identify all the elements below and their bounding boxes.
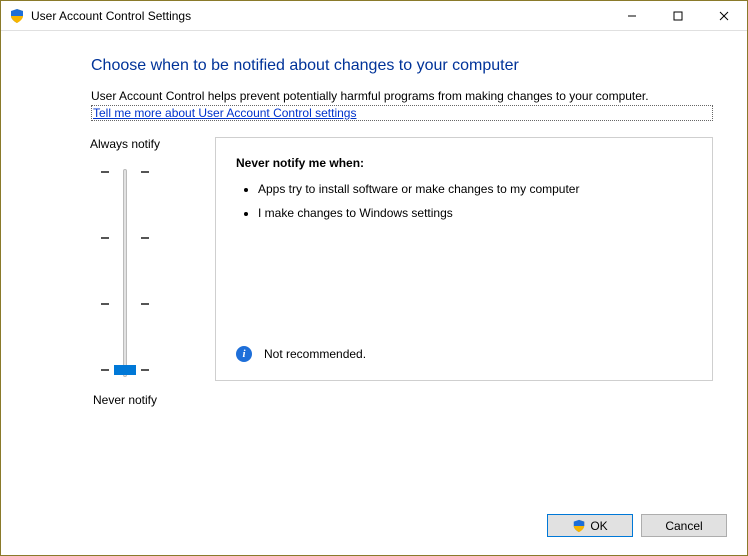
recommendation-row: i Not recommended. (236, 346, 366, 362)
slider-tick (141, 171, 149, 173)
slider-tick (141, 303, 149, 305)
description-list: Apps try to install software or make cha… (258, 182, 692, 220)
slider-tick (101, 303, 109, 305)
content-area: Choose when to be notified about changes… (1, 31, 747, 500)
slider-tick (101, 369, 109, 371)
window-controls (609, 1, 747, 30)
slider-thumb[interactable] (114, 365, 136, 375)
notification-slider[interactable] (95, 163, 155, 383)
info-icon: i (236, 346, 252, 362)
body-row: Always notify Never notify Never notify … (35, 137, 713, 407)
description-title: Never notify me when: (236, 156, 692, 170)
window-title: User Account Control Settings (31, 9, 609, 23)
maximize-button[interactable] (655, 1, 701, 30)
ok-button[interactable]: OK (547, 514, 633, 537)
slider-tick (101, 171, 109, 173)
description-bullet: I make changes to Windows settings (258, 206, 598, 220)
uac-settings-window: User Account Control Settings Choose whe… (0, 0, 748, 556)
page-heading: Choose when to be notified about changes… (91, 57, 713, 75)
slider-label-always: Always notify (90, 137, 160, 151)
shield-icon (572, 519, 586, 533)
slider-track (123, 169, 127, 377)
slider-column: Always notify Never notify (35, 137, 215, 407)
slider-tick (141, 237, 149, 239)
slider-label-never: Never notify (93, 393, 157, 407)
description-panel: Never notify me when: Apps try to instal… (215, 137, 713, 381)
slider-tick (101, 237, 109, 239)
titlebar[interactable]: User Account Control Settings (1, 1, 747, 31)
close-button[interactable] (701, 1, 747, 30)
cancel-button-label: Cancel (665, 519, 702, 533)
ok-button-label: OK (590, 519, 607, 533)
dialog-footer: OK Cancel (1, 500, 747, 555)
shield-icon (9, 8, 25, 24)
slider-tick (141, 369, 149, 371)
description-bullet: Apps try to install software or make cha… (258, 182, 598, 196)
intro-text: User Account Control helps prevent poten… (91, 89, 713, 103)
minimize-button[interactable] (609, 1, 655, 30)
learn-more-link[interactable]: Tell me more about User Account Control … (91, 105, 713, 121)
cancel-button[interactable]: Cancel (641, 514, 727, 537)
recommendation-text: Not recommended. (264, 347, 366, 361)
